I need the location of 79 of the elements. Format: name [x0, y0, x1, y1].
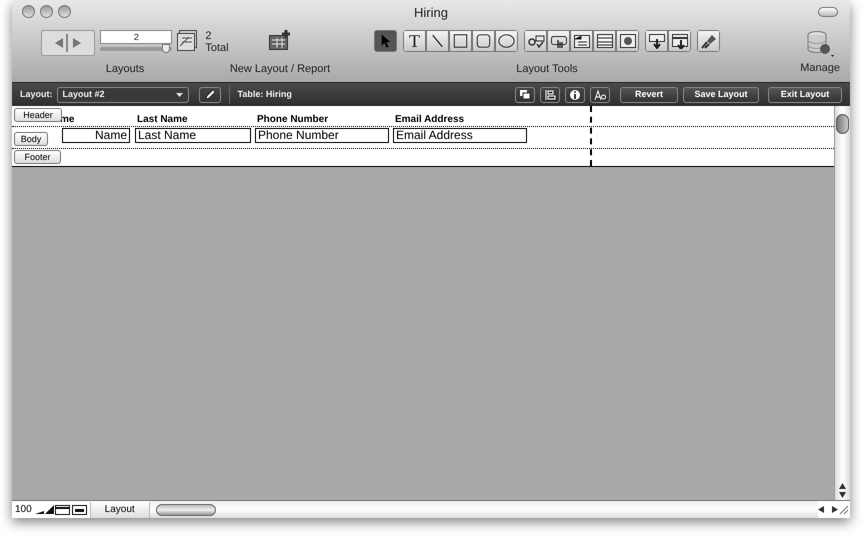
minimize-button[interactable]: [40, 5, 53, 18]
vertical-scrollbar[interactable]: [834, 106, 850, 500]
insert-field-tool-icon: [648, 33, 666, 49]
horizontal-scrollbar[interactable]: [150, 501, 818, 518]
save-layout-button[interactable]: Save Layout: [683, 86, 759, 102]
part-label[interactable]: Header: [14, 108, 62, 122]
resize-grip-icon[interactable]: [838, 504, 850, 516]
insert-part-tool-button[interactable]: [668, 30, 691, 52]
layouts-label: Layouts: [106, 62, 144, 77]
column-heading: Phone Number: [257, 113, 328, 127]
field-control-tool-icon: [526, 33, 544, 49]
dropdown-caret-icon: [176, 92, 182, 96]
line-tool-button[interactable]: [426, 30, 449, 52]
button-tool-icon: [550, 33, 568, 49]
scroll-down-arrow-icon[interactable]: [839, 492, 846, 498]
format-painter-button[interactable]: [697, 30, 720, 52]
scroll-up-arrow-icon[interactable]: [839, 483, 846, 489]
exit-layout-button[interactable]: Exit Layout: [768, 86, 842, 102]
tab-control-tool-icon: [572, 33, 590, 49]
book-navigation-icon[interactable]: [41, 30, 96, 56]
web-viewer-tool-icon: [618, 33, 636, 49]
new-layout-label: New Layout / Report: [230, 62, 330, 77]
record-number-field[interactable]: 2: [100, 30, 172, 44]
font-letters-icon: [594, 88, 606, 100]
scroll-thumb[interactable]: [836, 114, 849, 134]
close-button[interactable]: [22, 5, 35, 18]
arrange-icon: [519, 88, 531, 100]
window-view-icon[interactable]: [54, 504, 70, 514]
zoom-in-icon[interactable]: [44, 505, 55, 514]
align-button[interactable]: [540, 86, 560, 102]
insert-field-tool-button[interactable]: [645, 30, 668, 52]
scroll-right-arrow-icon[interactable]: [832, 506, 838, 513]
window-title: Hiring: [414, 4, 448, 22]
web-viewer-tool-button[interactable]: [616, 30, 639, 52]
tab-control-tool-button[interactable]: [570, 30, 593, 52]
portal-tool-icon: [596, 33, 614, 49]
button-tool-button[interactable]: [547, 30, 570, 52]
info-button[interactable]: [565, 86, 585, 102]
field-control-tool-button[interactable]: [524, 30, 547, 52]
text-tool-button[interactable]: T: [403, 30, 426, 52]
mode-popup[interactable]: Layout: [90, 502, 150, 518]
horizontal-scroll-thumb[interactable]: [156, 504, 216, 516]
layout-view-icon[interactable]: [70, 504, 87, 514]
rounded-tool-button[interactable]: [472, 30, 495, 52]
arrange-button[interactable]: [515, 86, 535, 102]
text-field[interactable]: Email Address: [393, 128, 527, 143]
pencil-icon: [204, 89, 216, 100]
text-field[interactable]: Last Name: [135, 128, 251, 143]
total-count: 2: [205, 30, 212, 42]
layouts-stack-icon: [177, 30, 198, 51]
layout-label: Layout:: [20, 88, 52, 101]
rect-tool-button[interactable]: [449, 30, 472, 52]
toolbar-toggle-button[interactable]: [818, 7, 838, 17]
part-label[interactable]: Body: [14, 132, 48, 146]
info-icon: [569, 88, 581, 100]
text-field[interactable]: Phone Number: [255, 128, 389, 143]
manage-label: Manage: [800, 61, 840, 76]
layout-slider[interactable]: [100, 47, 172, 51]
revert-button[interactable]: Revert: [620, 86, 678, 102]
layout-dropdown[interactable]: Layout #2: [56, 86, 188, 102]
fonts-button[interactable]: [590, 86, 610, 102]
column-heading: Last Name: [137, 113, 188, 127]
text-field[interactable]: Name: [62, 128, 130, 143]
zoom-button[interactable]: [58, 5, 71, 18]
column-heading: Email Address: [395, 113, 464, 127]
new-layout-icon[interactable]: [269, 30, 291, 50]
zoom-level: 100: [14, 503, 33, 517]
pointer-tool-button[interactable]: [374, 30, 397, 52]
align-icon: [544, 88, 556, 100]
portal-tool-button[interactable]: [593, 30, 616, 52]
part-label[interactable]: Footer: [14, 150, 61, 164]
oval-tool-button[interactable]: [495, 30, 518, 52]
insert-part-tool-icon: [670, 33, 688, 49]
scroll-left-arrow-icon[interactable]: [818, 506, 824, 513]
total-label: Total: [205, 42, 229, 54]
table-label: Table: Hiring: [238, 88, 292, 101]
format-painter-icon: [700, 33, 718, 49]
layout-tools-label: Layout Tools: [516, 62, 578, 77]
edit-layout-button[interactable]: [198, 86, 220, 102]
